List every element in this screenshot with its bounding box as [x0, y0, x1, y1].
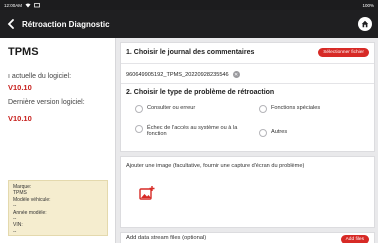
option-label: Fonctions spéciales — [271, 105, 321, 111]
data-stream-card: Add data stream files (optional) Add fil… — [120, 232, 375, 243]
app-header: Rétroaction Diagnostic — [0, 10, 378, 38]
option-access-failure[interactable]: Échec de l'accès au système ou à la fonc… — [135, 125, 245, 138]
vehicle-details-box: Marque: TPMS Modèle véhicule: -- Année m… — [8, 180, 108, 236]
page-title: Rétroaction Diagnostic — [22, 19, 110, 29]
log-file-name: 960649905192_TPMS_20220928235546 — [126, 71, 229, 78]
back-button[interactable] — [4, 17, 18, 31]
option-label: Consulter ou erreur — [147, 105, 196, 111]
status-time: 12:00AM — [4, 3, 40, 8]
vehicle-info-panel: TPMS ı actuelle du logiciel: V10.10 Dern… — [0, 38, 116, 243]
radio-button[interactable] — [135, 105, 143, 113]
add-image-description: Ajouter une image (facultative, fournir … — [126, 163, 305, 169]
feedback-card: 1. Choisir le journal des commentaires S… — [120, 42, 375, 152]
status-time-text: 12:00AM — [4, 2, 23, 8]
add-files-button[interactable]: Add files — [340, 235, 369, 243]
screen-icon — [34, 2, 40, 7]
option-consult-error[interactable]: Consulter ou erreur — [135, 105, 195, 113]
option-label: Autres — [271, 129, 288, 135]
problem-type-title: 2. Choisir le type de problème de rétroa… — [126, 89, 275, 96]
divider — [121, 63, 374, 64]
clear-file-icon[interactable]: ✕ — [232, 71, 240, 78]
log-section-title: 1. Choisir le journal des commentaires — [126, 49, 255, 56]
feedback-form: 1. Choisir le journal des commentaires S… — [118, 38, 378, 243]
option-special-functions[interactable]: Fonctions spéciales — [259, 105, 320, 113]
radio-button[interactable] — [259, 105, 267, 113]
vin-value: -- — [13, 228, 17, 235]
add-image-icon — [139, 186, 155, 200]
radio-button[interactable] — [135, 125, 143, 133]
add-image-button[interactable] — [139, 185, 155, 201]
option-label: Échec de l'accès au système ou à la fonc… — [147, 125, 238, 138]
software-version-label: ı actuelle du logiciel: — [8, 73, 72, 80]
add-image-card: Ajouter une image (facultative, fournir … — [120, 156, 375, 228]
wifi-icon — [25, 3, 31, 7]
select-file-button[interactable]: Sélectionner fichier — [318, 48, 369, 57]
chevron-left-icon — [7, 19, 14, 29]
latest-version-value: V10.10 — [8, 114, 32, 123]
system-name: TPMS — [8, 46, 39, 58]
home-button[interactable] — [358, 17, 372, 31]
radio-button[interactable] — [259, 129, 267, 137]
option-others[interactable]: Autres — [259, 129, 287, 137]
latest-version-label: Dernière version logiciel: — [8, 99, 85, 106]
data-stream-title: Add data stream files (optional) — [126, 235, 207, 241]
divider — [121, 83, 374, 84]
status-bar: 12:00AM 100% — [0, 0, 378, 10]
battery-level: 100% — [362, 2, 374, 8]
home-icon — [361, 20, 369, 28]
software-version-value: V10.10 — [8, 83, 32, 92]
selected-log-file: 960649905192_TPMS_20220928235546 ✕ — [126, 71, 240, 78]
